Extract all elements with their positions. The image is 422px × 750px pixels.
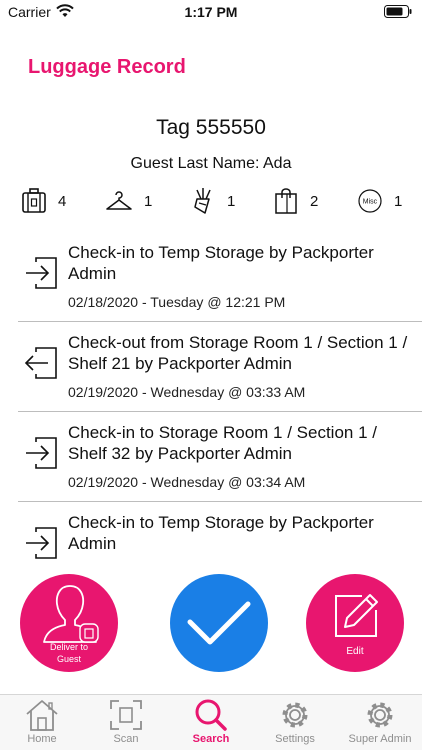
tab-settings[interactable]: Settings: [253, 699, 337, 749]
history-item[interactable]: Check-out from Storage Room 1 / Section …: [18, 322, 422, 412]
misc-icon: Misc: [358, 189, 382, 213]
status-bar: Carrier 1:17 PM: [0, 0, 422, 26]
gear-icon: [282, 702, 308, 728]
hanger-count: 1: [106, 186, 152, 216]
shopping-bag-count: 2: [274, 186, 318, 216]
tab-super-admin-label: Super Admin: [348, 733, 412, 745]
shopping-bag-icon: [275, 188, 297, 214]
guest-last-name: Guest Last Name: Ada: [130, 155, 292, 172]
tab-home-label: Home: [27, 733, 57, 745]
check-in-icon: [26, 257, 57, 289]
status-time: 1:17 PM: [184, 4, 238, 20]
golf-bag-count: 1: [191, 186, 235, 216]
history-date: 02/19/2020 - Wednesday @ 03:33 AM: [68, 384, 306, 400]
tab-super-admin[interactable]: Super Admin: [338, 699, 422, 749]
history-description: Check-out from Storage Room 1 / Section …: [68, 333, 408, 373]
check-in-icon: [26, 527, 57, 559]
misc-count-value: 1: [394, 192, 403, 210]
page-title: Luggage Record: [28, 56, 186, 78]
history-item[interactable]: Check-in to Temp Storage by Packporter A…: [18, 232, 422, 322]
suitcase-count-value: 4: [58, 192, 67, 210]
history-description: Check-in to Temp Storage by Packporter A…: [68, 243, 374, 283]
tab-scan-label: Scan: [113, 733, 139, 745]
history-item[interactable]: Check-in to Temp Storage by Packporter A…: [18, 502, 422, 562]
deliver-label-line1: Deliver to: [49, 642, 88, 652]
shopping-bag-count-value: 2: [310, 192, 319, 210]
tab-home[interactable]: Home: [0, 699, 84, 749]
tab-bar: Home Scan Search Settings Super Admin: [0, 694, 422, 750]
person-icon: [43, 585, 99, 643]
checkmark-icon: [187, 601, 251, 645]
gear-icon: [367, 702, 393, 728]
history-date: 02/19/2020 - Wednesday @ 03:34 AM: [68, 474, 306, 490]
edit-icon: [335, 594, 378, 637]
history-description: Check-in to Storage Room 1 / Section 1 /…: [68, 423, 377, 463]
history-date: 02/18/2020 - Tuesday @ 12:21 PM: [68, 294, 286, 310]
tab-settings-label: Settings: [275, 733, 315, 745]
battery-icon: [384, 5, 412, 18]
edit-label: Edit: [346, 646, 364, 657]
suitcase-count: 4: [22, 186, 66, 216]
search-icon: [195, 699, 227, 731]
history-list[interactable]: Check-in to Temp Storage by Packporter A…: [0, 232, 422, 562]
deliver-to-guest-button[interactable]: Deliver to Guest: [20, 574, 118, 672]
history-item[interactable]: Check-in to Storage Room 1 / Section 1 /…: [18, 412, 422, 502]
hanger-icon: [106, 191, 132, 210]
tab-search-label: Search: [192, 733, 230, 745]
history-description: Check-in to Temp Storage by Packporter A…: [68, 513, 374, 553]
deliver-label-line2: Guest: [56, 654, 81, 664]
tag-number: Tag 555550: [156, 116, 266, 139]
golf-bag-icon: [194, 188, 211, 214]
misc-count: Misc 1: [358, 186, 402, 216]
tab-scan[interactable]: Scan: [84, 699, 168, 749]
edit-button[interactable]: Edit: [306, 574, 404, 672]
luggage-counts: 4 1 1 2 Misc 1: [0, 186, 422, 216]
hanger-count-value: 1: [144, 192, 153, 210]
scan-icon: [110, 700, 142, 730]
confirm-button[interactable]: [170, 574, 268, 672]
suitcase-icon: [22, 188, 46, 213]
check-out-icon: [24, 347, 57, 379]
check-in-icon: [26, 437, 57, 469]
tab-search[interactable]: Search: [169, 699, 253, 749]
golf-bag-count-value: 1: [227, 192, 236, 210]
misc-icon-text: Misc: [363, 199, 378, 206]
home-icon: [26, 700, 58, 731]
